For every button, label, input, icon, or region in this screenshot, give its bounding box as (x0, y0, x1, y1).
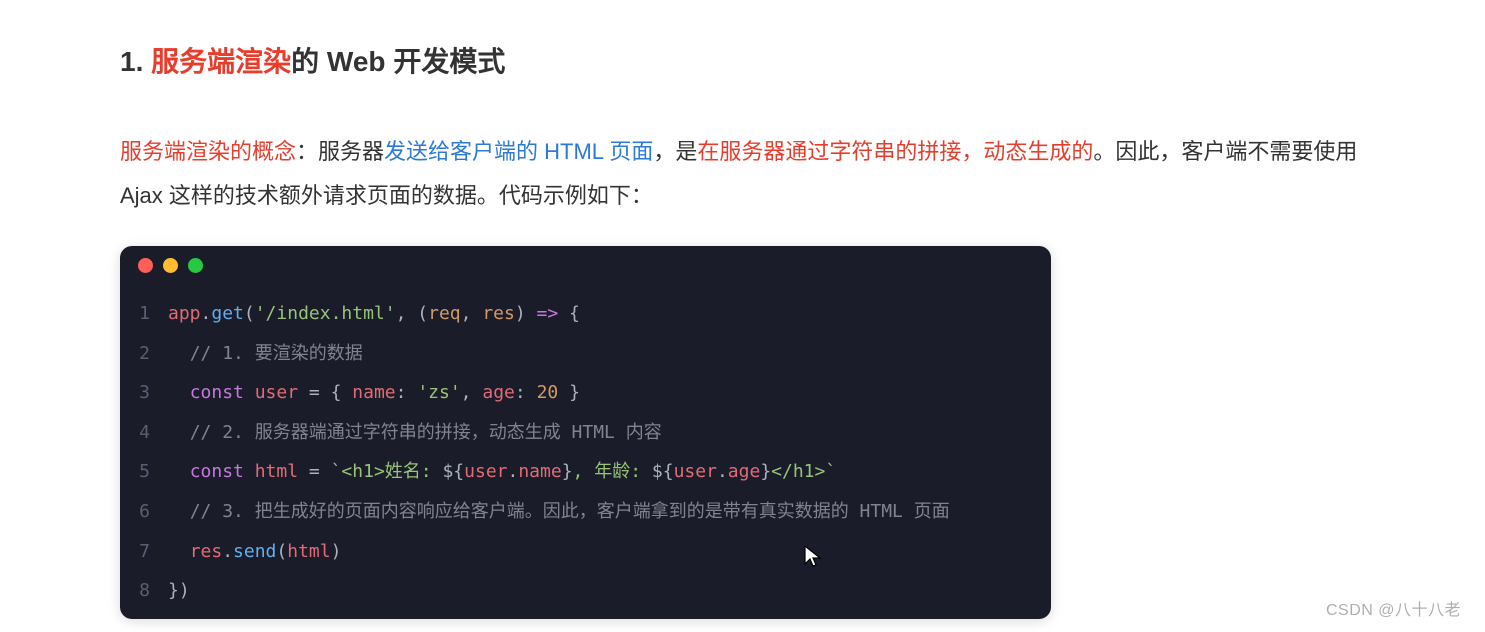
code-line: 6 // 3. 把生成好的页面内容响应给客户端。因此，客户端拿到的是带有真实数据… (120, 492, 1051, 532)
code-line: 1app.get('/index.html', (req, res) => { (120, 294, 1051, 334)
heading-suffix: 的 Web 开发模式 (291, 46, 505, 77)
code-content: // 1. 要渲染的数据 (168, 334, 363, 374)
code-line: 7 res.send(html) (120, 532, 1051, 572)
code-line: 4 // 2. 服务器端通过字符串的拼接，动态生成 HTML 内容 (120, 413, 1051, 453)
heading-prefix: 1. (120, 46, 151, 77)
section-heading: 1. 服务端渲染的 Web 开发模式 (120, 40, 1365, 80)
code-line: 2 // 1. 要渲染的数据 (120, 334, 1051, 374)
line-number: 5 (120, 452, 168, 492)
code-content: app.get('/index.html', (req, res) => { (168, 294, 580, 334)
code-line: 8}) (120, 571, 1051, 611)
para-blue: 发送给客户端的 HTML 页面 (384, 139, 653, 164)
code-content: // 2. 服务器端通过字符串的拼接，动态生成 HTML 内容 (168, 413, 662, 453)
code-line: 5 const html = `<h1>姓名: ${user.name}, 年龄… (120, 452, 1051, 492)
code-content: // 3. 把生成好的页面内容响应给客户端。因此，客户端拿到的是带有真实数据的 … (168, 492, 950, 532)
close-icon (138, 258, 153, 273)
code-body: 1app.get('/index.html', (req, res) => {2… (120, 284, 1051, 619)
line-number: 7 (120, 532, 168, 572)
line-number: 2 (120, 334, 168, 374)
intro-paragraph: 服务端渲染的概念：服务器发送给客户端的 HTML 页面，是在服务器通过字符串的拼… (120, 130, 1365, 218)
watermark: CSDN @八十八老 (1326, 596, 1461, 620)
minimize-icon (163, 258, 178, 273)
code-line: 3 const user = { name: 'zs', age: 20 } (120, 373, 1051, 413)
window-titlebar (120, 246, 1051, 284)
line-number: 4 (120, 413, 168, 453)
line-number: 8 (120, 571, 168, 611)
code-window: 1app.get('/index.html', (req, res) => {2… (120, 246, 1051, 619)
heading-highlight: 服务端渲染 (151, 46, 291, 77)
code-content: }) (168, 571, 190, 611)
code-content: res.send(html) (168, 532, 341, 572)
para-red: 在服务器通过字符串的拼接，动态生成的 (697, 139, 1093, 164)
line-number: 3 (120, 373, 168, 413)
para-text: ：服务器 (296, 139, 384, 164)
article-container: 1. 服务端渲染的 Web 开发模式 服务端渲染的概念：服务器发送给客户端的 H… (0, 0, 1485, 619)
maximize-icon (188, 258, 203, 273)
code-content: const user = { name: 'zs', age: 20 } (168, 373, 580, 413)
concept-term: 服务端渲染的概念 (120, 139, 296, 164)
line-number: 6 (120, 492, 168, 532)
code-content: const html = `<h1>姓名: ${user.name}, 年龄: … (168, 452, 836, 492)
line-number: 1 (120, 294, 168, 334)
para-text: ，是 (653, 139, 697, 164)
